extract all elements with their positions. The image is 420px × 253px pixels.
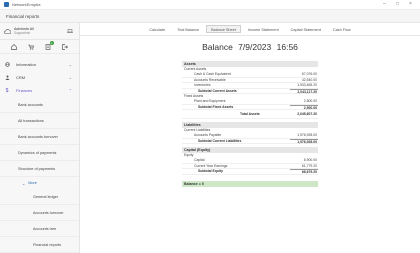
globe-icon [4, 62, 10, 67]
row-label: Subtotal Fixed Assets [198, 104, 234, 109]
balance-sheet-table: Assets Current Assets Cash & Cash Equiva… [182, 58, 318, 187]
row-label: Capital [194, 158, 205, 162]
close-icon[interactable]: × [409, 1, 412, 8]
minimize-icon[interactable]: – [383, 1, 386, 8]
row-value: 42,540.00 [301, 77, 317, 82]
app-logo-icon [4, 2, 9, 7]
sidebar-subitem-general-ledger[interactable]: General ledger [0, 189, 79, 205]
row-value: 6,900.00 [303, 158, 317, 162]
sidebar-subitem-financial-reports[interactable]: Financial reports [0, 237, 79, 253]
page-title: Financial reports [6, 13, 40, 19]
notification-badge: 1 [49, 40, 54, 45]
row-label: Accounts Receivable [194, 77, 226, 82]
row-label: Total Assets [240, 112, 260, 116]
row-value: 67,076.00 [301, 72, 317, 76]
sidebar-item-label: CRM [16, 75, 26, 80]
tab-cash-flow[interactable]: Cash Flow [328, 25, 356, 33]
cart-icon[interactable] [27, 43, 35, 51]
subtotal-current-liabilities-row: Subtotal Current Liabilities 1,976,928.0… [182, 138, 318, 144]
chevron-down-icon: ⌄ [22, 181, 26, 186]
laptop-icon[interactable] [67, 29, 73, 33]
app-name: NetworkErmptia [12, 2, 41, 7]
document-icon[interactable]: 1 [44, 40, 54, 51]
report-time: 16:56 [276, 42, 298, 52]
report-title: Balance 7/9/2023 16:56 [80, 42, 420, 54]
row-label: Accounts Payable [194, 133, 222, 137]
row-value: 61,779.20 [301, 163, 317, 168]
report-date: 7/9/2023 [238, 42, 272, 52]
sidebar-item-crm[interactable]: CRM ⌄ [0, 71, 79, 84]
tab-capital-statement[interactable]: Capital Statement [286, 25, 326, 33]
sidebar-item-label: Finances [16, 88, 33, 93]
user-role: Supportimir [14, 31, 31, 35]
tab-trial-balance[interactable]: Trial Balance [172, 25, 204, 33]
total-assets-row: Total Assets 2,045,607.20 [182, 110, 318, 119]
row-label: Current Year Earnings [194, 163, 228, 168]
sidebar-item-finances[interactable]: $ Finances ⌃ [0, 84, 79, 97]
sidebar-subitem-structure-of-payments[interactable]: Structure of payments [0, 161, 79, 177]
tabs-divider [80, 35, 420, 36]
row-label: Cash & Cash Equivalent [194, 72, 231, 76]
row-value: 1,976,928.00 [290, 138, 318, 144]
row-value: 2,500.00 [290, 104, 318, 110]
window-titlebar: NetworkErmptia – □ × [0, 0, 420, 10]
chevron-up-icon: ⌃ [68, 88, 72, 93]
balance-check-banner: Balance = 0 [182, 180, 318, 187]
users-icon [4, 75, 10, 80]
sidebar-subitem-bank-accounts-turnover[interactable]: Bank accounts turnover [0, 129, 79, 145]
sidebar-more-toggle[interactable]: ⌄ More [0, 177, 79, 189]
dollar-icon: $ [5, 87, 9, 94]
report-title-word: Balance [202, 42, 233, 52]
row-value: 2,500.00 [303, 99, 317, 103]
row-value: 1,933,465.20 [297, 83, 317, 87]
report-tabs: Calculate Trial Balance Balance Sheet In… [80, 23, 420, 34]
sidebar-subitem-accounts-turnover[interactable]: Accounts turnover [0, 205, 79, 221]
row-value: 68,679.20 [290, 169, 318, 174]
main-content: Calculate Trial Balance Balance Sheet In… [80, 23, 420, 253]
user-block[interactable]: Adminstn All Supportimir [0, 23, 79, 40]
page-header: Financial reports [0, 10, 420, 23]
sidebar-item-label: Information [16, 62, 37, 67]
row-value: 2,045,607.20 [297, 112, 317, 116]
row-label: Inventories [194, 83, 211, 87]
chevron-down-icon: ⌄ [68, 62, 72, 67]
sidebar-subitem-bank-accounts[interactable]: Bank accounts [0, 97, 79, 113]
row-label: Subtotal Equity [198, 169, 223, 173]
sidebar-subitem-accounts-tree[interactable]: Accounts tree [0, 221, 79, 237]
home-icon[interactable] [10, 43, 18, 51]
tab-balance-sheet[interactable]: Balance Sheet [206, 25, 241, 33]
logout-icon[interactable] [61, 43, 69, 51]
row-value: 2,043,117.20 [290, 88, 318, 94]
sidebar-subitem-dynamics-of-payments[interactable]: Dynamics of payments [0, 145, 79, 161]
row-label: Subtotal Current Liabilities [198, 138, 242, 143]
row-label: Plant and Equipment [194, 99, 226, 103]
sidebar: Adminstn All Supportimir 1 Information ⌄ [0, 23, 80, 253]
more-label: More [28, 181, 37, 185]
sidebar-item-information[interactable]: Information ⌄ [0, 58, 79, 71]
tab-income-statement[interactable]: Income Statement [243, 25, 284, 33]
chevron-down-icon: ⌄ [68, 75, 72, 80]
row-label: Subtotal Current Assets [198, 88, 237, 93]
maximize-icon[interactable]: □ [396, 1, 399, 8]
tab-calculate[interactable]: Calculate [144, 25, 170, 33]
cloud-icon [4, 28, 11, 34]
row-value: 1,976,928.00 [297, 133, 317, 137]
sidebar-subitem-all-transactions[interactable]: All transactions [0, 113, 79, 129]
sidebar-toolbar: 1 [0, 40, 79, 54]
